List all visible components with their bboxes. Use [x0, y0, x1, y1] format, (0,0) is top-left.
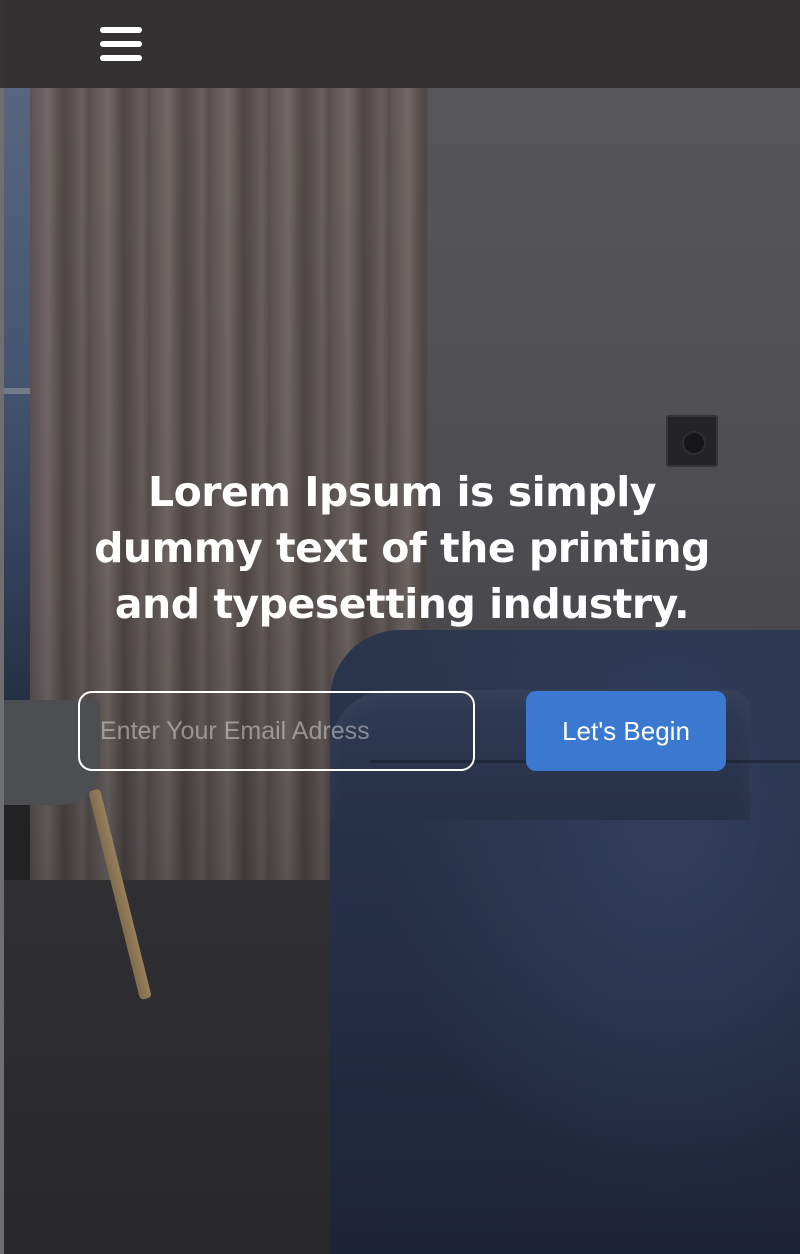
left-edge [0, 0, 4, 1254]
menu-line [100, 27, 142, 33]
lets-begin-button[interactable]: Let's Begin [526, 691, 726, 771]
hero-title: Lorem Ipsum is simply dummy text of the … [94, 468, 710, 628]
top-navigation-bar [0, 0, 800, 88]
hamburger-menu-icon[interactable] [94, 20, 148, 68]
menu-line [100, 55, 142, 61]
menu-line [100, 41, 142, 47]
email-input[interactable] [78, 691, 475, 771]
landing-page: Lorem Ipsum is simply dummy text of the … [0, 0, 800, 1254]
